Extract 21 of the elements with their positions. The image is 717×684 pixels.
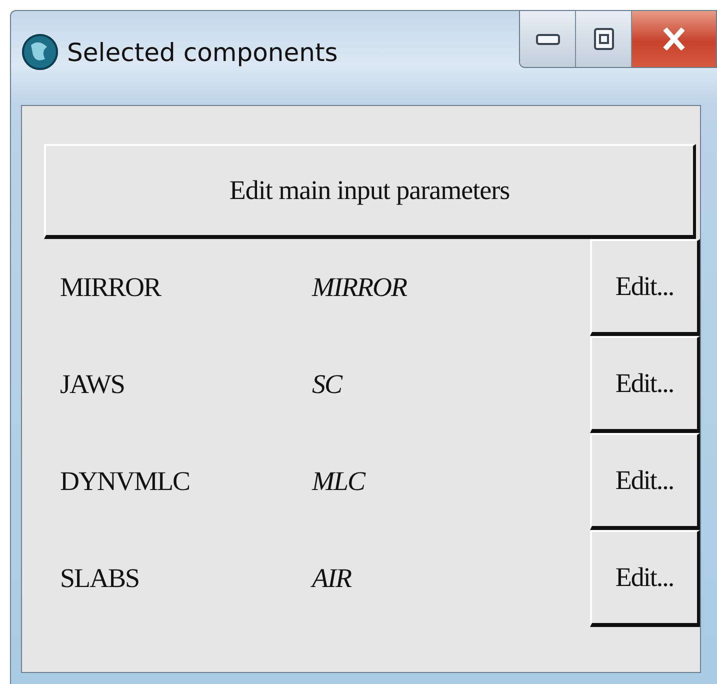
close-button[interactable] (632, 11, 716, 67)
component-name: SLABS (59, 563, 140, 594)
edit-button[interactable]: Edit... (590, 239, 700, 336)
maximize-button[interactable] (576, 11, 632, 67)
component-type: MLC (312, 466, 366, 497)
globe-icon (21, 33, 59, 71)
component-type: SC (312, 369, 344, 400)
close-icon (661, 26, 687, 52)
window-title: Selected components (67, 38, 338, 66)
edit-button[interactable]: Edit... (590, 530, 700, 627)
component-name: MIRROR (59, 272, 162, 303)
edit-parameters-button[interactable]: Edit main input parameters (44, 144, 696, 239)
edit-button[interactable]: Edit... (590, 336, 700, 433)
minimize-icon (536, 32, 560, 46)
component-name: JAWS (59, 369, 126, 400)
component-type: MIRROR (312, 272, 408, 303)
minimize-button[interactable] (520, 11, 576, 67)
component-type: AIR (312, 563, 352, 594)
maximize-icon (594, 28, 614, 50)
edit-button[interactable]: Edit... (590, 433, 700, 530)
component-name: DYNVMLC (59, 466, 191, 497)
